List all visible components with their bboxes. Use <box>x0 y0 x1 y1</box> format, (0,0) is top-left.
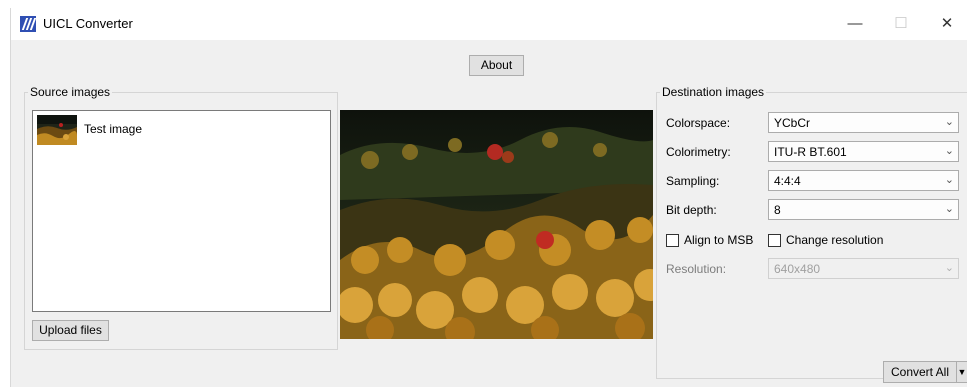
colorimetry-select[interactable]: ITU-R BT.601 ⌄ <box>768 141 959 162</box>
destination-images-legend: Destination images <box>662 85 765 99</box>
checkbox-icon[interactable] <box>768 234 781 247</box>
app-window: UICL Converter — ☐ ✕ About Source images… <box>10 8 967 387</box>
source-image-list[interactable]: Test image <box>32 110 331 312</box>
resolution-value: 640x480 <box>774 262 821 276</box>
colorspace-value: YCbCr <box>774 116 811 130</box>
chevron-down-icon: ⌄ <box>944 262 954 274</box>
image-preview <box>340 110 653 339</box>
image-thumbnail <box>37 115 77 145</box>
bit-depth-select[interactable]: 8 ⌄ <box>768 199 959 220</box>
bit-depth-value: 8 <box>774 203 781 217</box>
title-bar[interactable]: UICL Converter — ☐ ✕ <box>11 8 967 40</box>
colorspace-label: Colorspace: <box>666 116 731 130</box>
window-title: UICL Converter <box>43 16 133 31</box>
resolution-select: 640x480 ⌄ <box>768 258 959 279</box>
app-logo-icon <box>20 16 37 32</box>
align-to-msb-label: Align to MSB <box>684 233 754 247</box>
maximize-button[interactable]: ☐ <box>878 8 924 40</box>
change-resolution-label: Change resolution <box>786 233 884 247</box>
colorimetry-label: Colorimetry: <box>666 145 731 159</box>
chevron-down-icon: ⌄ <box>944 145 954 157</box>
minimize-button[interactable]: — <box>832 8 878 40</box>
checkbox-icon[interactable] <box>666 234 679 247</box>
colorspace-select[interactable]: YCbCr ⌄ <box>768 112 959 133</box>
sampling-select[interactable]: 4:4:4 ⌄ <box>768 170 959 191</box>
convert-all-split-button[interactable]: Convert All ▼ <box>883 361 967 383</box>
chevron-down-icon: ⌄ <box>944 174 954 186</box>
upload-files-button[interactable]: Upload files <box>32 320 109 341</box>
colorimetry-value: ITU-R BT.601 <box>774 145 847 159</box>
chevron-down-icon: ⌄ <box>944 203 954 215</box>
dropdown-arrow-icon[interactable]: ▼ <box>957 362 967 382</box>
resolution-label: Resolution: <box>666 262 727 276</box>
sampling-label: Sampling: <box>666 174 720 188</box>
source-images-legend: Source images <box>30 85 111 99</box>
sampling-value: 4:4:4 <box>774 174 801 188</box>
chevron-down-icon: ⌄ <box>944 116 954 128</box>
close-button[interactable]: ✕ <box>924 8 967 40</box>
list-item-label: Test image <box>84 122 143 136</box>
bit-depth-label: Bit depth: <box>666 203 717 217</box>
convert-all-button[interactable]: Convert All <box>884 362 957 382</box>
about-button[interactable]: About <box>469 55 524 76</box>
